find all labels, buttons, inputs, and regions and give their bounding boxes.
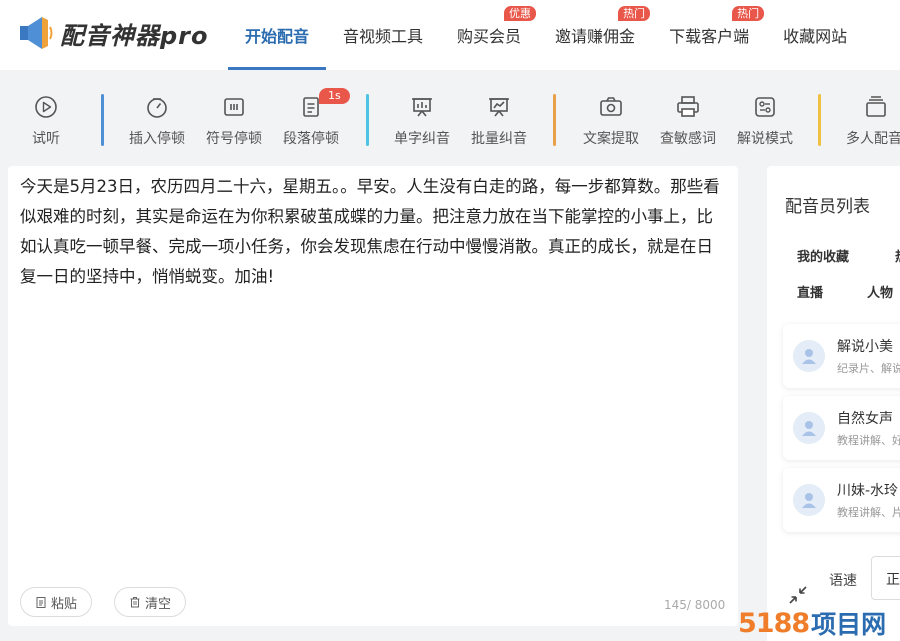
avatar: [793, 340, 825, 372]
nav-download-client[interactable]: 下载客户端 热门: [652, 0, 766, 70]
nav-start-dubbing[interactable]: 开始配音: [228, 0, 327, 70]
paste-label: 粘贴: [51, 596, 78, 612]
camera-icon: [600, 97, 622, 116]
tool-label: 批量纠音: [471, 131, 527, 147]
tool-text-extract[interactable]: 文案提取: [573, 86, 649, 156]
voice-desc: 教程讲解、好: [837, 434, 900, 447]
toolbar-divider: [101, 94, 104, 146]
clear-button[interactable]: 清空: [114, 587, 187, 617]
tool-label: 插入停顿: [129, 131, 185, 147]
tool-label: 多人配音: [846, 131, 900, 147]
presentation-icon: [412, 98, 432, 117]
voice-panel: 配音员列表 我的收藏 热 直播 人物 解说小美 纪录片、解说 自然女声 教程讲解…: [767, 166, 900, 641]
tab-live[interactable]: 直播: [797, 282, 823, 301]
toolbar-divider: [553, 94, 556, 146]
nav-invite-commission[interactable]: 邀请赚佣金 热门: [538, 0, 652, 70]
tool-preview[interactable]: 试听: [8, 86, 84, 156]
tab-favorites[interactable]: 我的收藏: [797, 246, 849, 265]
nav-bookmark-site[interactable]: 收藏网站: [766, 0, 864, 70]
tool-label: 段落停顿: [283, 131, 339, 147]
clipboard-icon: [36, 597, 46, 608]
tool-insert-pause[interactable]: 插入停顿: [119, 86, 195, 156]
tool-single-correction[interactable]: 单字纠音: [384, 86, 460, 156]
tab-hot[interactable]: 热: [895, 246, 900, 265]
nav-label: 邀请赚佣金: [555, 27, 636, 46]
voice-name: 川妹-水玲: [837, 483, 899, 499]
logo-text: 配音神器pro: [60, 21, 209, 50]
clear-label: 清空: [145, 596, 172, 612]
text-editor[interactable]: 今天是5月23日，农历四月二十六，星期五。。早安。人生没有白走的路，每一步都算数…: [8, 166, 738, 626]
nav-label: 购买会员: [457, 27, 522, 46]
sliders-icon: [755, 97, 775, 117]
avatar: [793, 484, 825, 516]
chart-board-icon: [489, 98, 509, 117]
voice-desc: 纪录片、解说: [837, 362, 900, 375]
discount-badge: 优惠: [504, 6, 537, 21]
voice-name: 自然女声: [837, 411, 893, 427]
editor-content[interactable]: 今天是5月23日，农历四月二十六，星期五。。早安。人生没有白走的路，每一步都算数…: [20, 172, 726, 292]
voice-card[interactable]: 川妹-水玲 教程讲解、片: [783, 468, 900, 532]
nav-label: 下载客户端: [669, 27, 750, 46]
tool-label: 符号停顿: [206, 131, 262, 147]
layers-icon: [866, 96, 886, 117]
stopwatch-icon: [147, 98, 167, 118]
speed-label: 语速: [829, 573, 857, 589]
trash-icon: [130, 597, 140, 608]
speed-select[interactable]: 正: [871, 556, 900, 600]
play-circle-icon: [35, 96, 57, 118]
tool-label: 文案提取: [583, 131, 639, 147]
speaker-logo-icon: [20, 17, 53, 49]
paste-button[interactable]: 粘贴: [20, 587, 93, 617]
main-nav: 开始配音 音视频工具 购买会员 优惠 邀请赚佣金 热门 下载客户端 热门 收藏网站: [228, 0, 864, 70]
hot-badge: 热门: [732, 6, 765, 21]
symbol-pause-icon: [224, 98, 244, 116]
pause-duration-badge: 1s: [319, 88, 350, 104]
voice-name: 解说小美: [837, 339, 893, 355]
user-icon: [802, 421, 816, 436]
user-icon: [802, 493, 816, 508]
toolbar-divider: [818, 94, 821, 146]
tool-batch-correction[interactable]: 批量纠音: [461, 86, 537, 156]
printer-icon: [677, 96, 699, 117]
nav-av-tools[interactable]: 音视频工具: [326, 0, 440, 70]
tool-sensitive-words[interactable]: 查敏感词: [650, 86, 726, 156]
top-header: 配音神器pro 开始配音 音视频工具 购买会员 优惠 邀请赚佣金 热门 下载客户端 热…: [0, 0, 900, 70]
editor-toolbar: 试听 插入停顿 符号停顿 段落停顿 1s 单字纠音 批量纠音 文案提取 查敏感词…: [0, 86, 900, 156]
voice-card[interactable]: 自然女声 教程讲解、好: [783, 396, 900, 460]
tool-symbol-pause[interactable]: 符号停顿: [196, 86, 272, 156]
tool-label: 单字纠音: [394, 131, 450, 147]
watermark-text: 项目网: [811, 610, 887, 639]
app-logo[interactable]: 配音神器pro: [18, 14, 209, 52]
tool-label: 查敏感词: [660, 131, 716, 147]
panel-title: 配音员列表: [785, 197, 870, 217]
char-counter: 145/ 8000: [664, 598, 726, 612]
collapse-arrows-icon[interactable]: [787, 584, 809, 606]
watermark: 5188 项目网: [738, 607, 898, 640]
watermark-number: 5188: [738, 607, 810, 639]
hot-badge: 热门: [618, 6, 651, 21]
nav-buy-membership[interactable]: 购买会员 优惠: [440, 0, 538, 70]
tool-label: 解说模式: [737, 131, 793, 147]
avatar: [793, 412, 825, 444]
tool-paragraph-pause[interactable]: 段落停顿 1s: [273, 86, 350, 156]
user-icon: [802, 349, 816, 364]
nav-label: 音视频工具: [343, 27, 424, 46]
nav-label: 开始配音: [245, 27, 310, 46]
nav-label: 收藏网站: [783, 27, 848, 46]
voice-card[interactable]: 解说小美 纪录片、解说: [783, 324, 900, 388]
tool-label: 试听: [32, 131, 60, 147]
toolbar-divider: [366, 94, 369, 146]
tool-multi-voice[interactable]: 多人配音: [838, 86, 900, 156]
tool-narration-mode[interactable]: 解说模式: [727, 86, 803, 156]
voice-desc: 教程讲解、片: [837, 506, 900, 519]
tab-character[interactable]: 人物: [867, 282, 893, 301]
